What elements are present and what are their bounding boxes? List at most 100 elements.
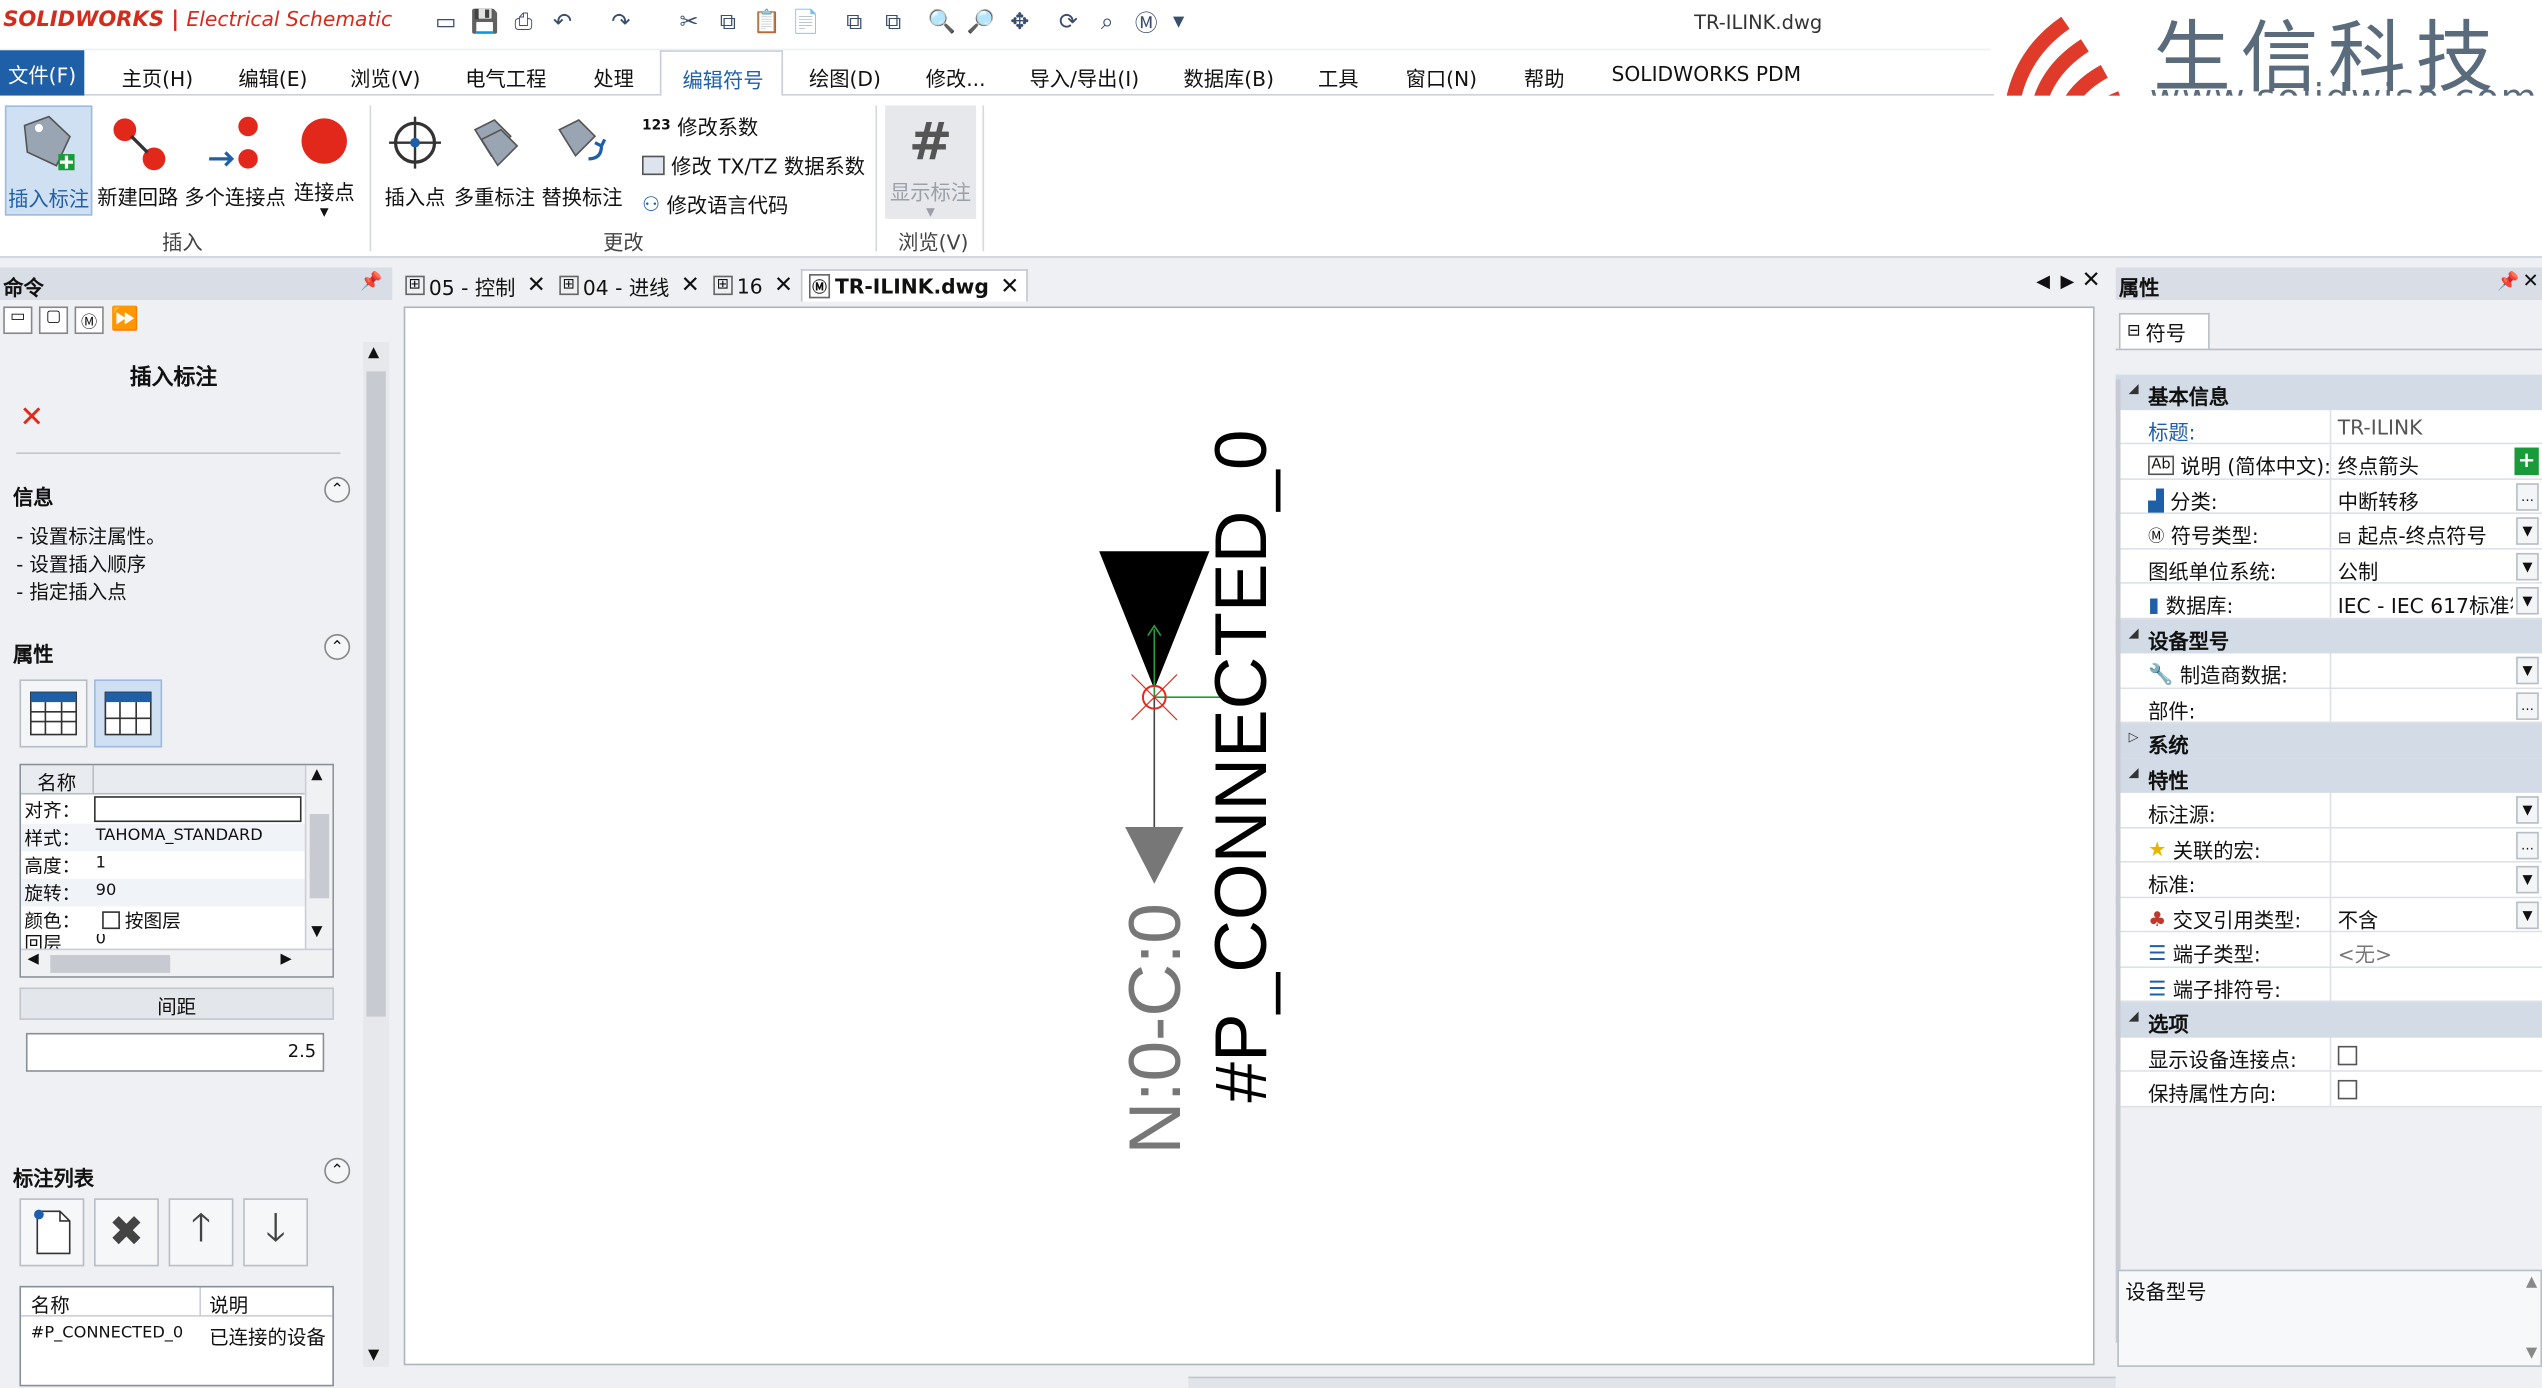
- copy-icon[interactable]: ⧉: [713, 8, 742, 37]
- category-system[interactable]: ▷ 系统: [2115, 723, 2542, 759]
- menu-tools[interactable]: 工具: [1318, 62, 1359, 93]
- multi-annotation-button[interactable]: 多重标注: [452, 105, 536, 219]
- close-panel-icon[interactable]: ✕: [2522, 269, 2538, 292]
- grid-vscroll[interactable]: ▲ ▼: [304, 765, 333, 951]
- replace-annotation-button[interactable]: 替换标注: [540, 105, 624, 219]
- drawing-canvas[interactable]: #P_CONNECTED_0 N:0-C:0: [403, 306, 2095, 1366]
- print-icon[interactable]: ⎙: [509, 8, 538, 37]
- prop-row-database[interactable]: ▮ 数据库: IEC - IEC 617标准符 ▼: [2115, 583, 2542, 619]
- paste-special-icon[interactable]: 📄: [791, 8, 820, 37]
- annotation-list-row[interactable]: #P_CONNECTED_0 已连接的设备: [21, 1320, 332, 1352]
- prop-row-terminal-strip[interactable]: ☰ 端子排符号:: [2115, 967, 2542, 1003]
- category-options[interactable]: ◢ 选项: [2115, 1002, 2542, 1037]
- prop-row-terminal-type[interactable]: ☰ 端子类型: <无>: [2115, 932, 2542, 968]
- menu-edit-symbol[interactable]: 编辑符号: [659, 50, 784, 98]
- tab-next-icon[interactable]: ▶: [2061, 271, 2075, 292]
- grid-row[interactable]: 样式： TAHOMA_STANDARD: [21, 823, 305, 852]
- dropdown-icon[interactable]: ▼: [2516, 796, 2539, 824]
- keep-orientation-checkbox[interactable]: [2337, 1079, 2358, 1100]
- close-tab-icon[interactable]: ✕: [774, 272, 793, 298]
- dropdown-icon[interactable]: ▼: [2516, 656, 2539, 685]
- prop-row-source[interactable]: 标注源: ▼: [2115, 792, 2542, 828]
- move-up-button[interactable]: 🡑: [168, 1198, 234, 1267]
- collapse-props-icon[interactable]: ⌃: [324, 634, 351, 660]
- tab-tr-ilink[interactable]: Ⓜ TR-ILINK.dwg ✕: [800, 269, 1028, 302]
- prop-row-symbol-type[interactable]: Ⓜ 符号类型: ⊟ 起点-终点符号 ▼: [2115, 514, 2542, 549]
- show-connection-checkbox[interactable]: [2337, 1045, 2358, 1065]
- prop-row-manufacturer[interactable]: 🔧 制造商数据: ▼: [2115, 653, 2542, 689]
- panel-save-icon[interactable]: ▭: [3, 306, 33, 335]
- collapse-list-icon[interactable]: ⌃: [324, 1157, 351, 1184]
- add-translation-icon[interactable]: +: [2514, 447, 2539, 476]
- insert-point-button[interactable]: 插入点: [381, 105, 449, 219]
- close-tab-icon[interactable]: ✕: [527, 272, 546, 298]
- pin-icon[interactable]: 📌: [360, 271, 382, 292]
- category-device[interactable]: ◢ 设备型号: [2115, 618, 2542, 654]
- grid-row[interactable]: 颜色： 按图层: [21, 906, 305, 934]
- menu-home[interactable]: 主页(H): [122, 62, 194, 93]
- dropdown-icon[interactable]: ▼: [2516, 865, 2539, 894]
- prop-row-xref[interactable]: ♣ 交叉引用类型: 不含 ▼: [2115, 897, 2542, 933]
- connection-point-dropdown-icon[interactable]: ▼: [320, 206, 329, 219]
- connection-point-button[interactable]: 连接点 ▼: [289, 105, 360, 219]
- menu-window[interactable]: 窗口(N): [1406, 62, 1478, 93]
- macro-icon[interactable]: Ⓜ: [1132, 8, 1161, 37]
- zoom-icon[interactable]: 🔍: [927, 8, 956, 37]
- modify-factor-button[interactable]: 123 修改系数: [642, 110, 758, 141]
- collapse-info-icon[interactable]: ⌃: [324, 476, 351, 503]
- dropdown-icon[interactable]: ▼: [2516, 517, 2539, 545]
- menu-draw[interactable]: 绘图(D): [809, 62, 881, 93]
- duplicate-icon[interactable]: ⧉: [879, 8, 908, 37]
- undo-icon[interactable]: ↶: [548, 8, 577, 37]
- prop-row-show-connection[interactable]: 显示设备连接点:: [2115, 1036, 2542, 1072]
- grid-hscroll[interactable]: ◀ ▶: [21, 948, 333, 977]
- menu-process[interactable]: 处理: [593, 62, 634, 93]
- panel-macro-icon[interactable]: Ⓜ: [74, 306, 104, 335]
- new-annotation-button[interactable]: [19, 1198, 85, 1267]
- prop-row-title[interactable]: 标题: TR-ILINK: [2115, 409, 2542, 445]
- grid-row[interactable]: 对齐：: [21, 796, 305, 824]
- prop-row-keep-orientation[interactable]: 保持属性方向:: [2115, 1071, 2542, 1107]
- browse-icon[interactable]: …: [2516, 482, 2539, 510]
- list-view-button[interactable]: [94, 679, 163, 748]
- pan-icon[interactable]: ✥: [1005, 8, 1034, 37]
- panel-run-icon[interactable]: ⏩: [110, 306, 139, 334]
- menu-import-export[interactable]: 导入/导出(I): [1029, 62, 1139, 93]
- tab-16[interactable]: ⊞ 16 ✕: [707, 269, 800, 301]
- save-icon[interactable]: 💾: [470, 8, 499, 37]
- zoom-window-icon[interactable]: 🔎: [966, 8, 995, 37]
- insert-annotation-button[interactable]: 插入标注: [4, 105, 93, 216]
- search-icon[interactable]: ⌕: [1093, 8, 1122, 37]
- tab-05-control[interactable]: ⊞ 05 - 控制 ✕: [399, 269, 552, 301]
- annotation-node[interactable]: N:0-C:0: [1115, 903, 1196, 1154]
- multi-connection-button[interactable]: 多个连接点: [183, 105, 287, 219]
- refresh-icon[interactable]: ⟳: [1054, 8, 1083, 37]
- new-circuit-button[interactable]: 新建回路: [94, 105, 182, 219]
- grid-row[interactable]: 高度： 1: [21, 851, 305, 879]
- prop-row-category[interactable]: ▟ 分类: 中断转移…: [2115, 479, 2542, 515]
- modify-txtz-button[interactable]: 修改 TX/TZ 数据系数: [641, 149, 865, 180]
- close-tab-icon[interactable]: ✕: [681, 272, 700, 298]
- show-annotation-button[interactable]: # 显示标注 ▼: [885, 105, 976, 219]
- copy-doc-icon[interactable]: ⧉: [840, 8, 869, 37]
- tab-prev-icon[interactable]: ◀: [2036, 271, 2050, 292]
- browse-icon[interactable]: …: [2516, 831, 2539, 859]
- prop-row-description[interactable]: Ab 说明 (简体中文): 终点箭头 +: [2115, 444, 2542, 480]
- prop-row-macro[interactable]: ★ 关联的宏:…: [2115, 827, 2542, 863]
- dropdown-icon[interactable]: ▼: [2516, 586, 2539, 615]
- customize-icon[interactable]: ▼: [1164, 8, 1193, 37]
- grid-row[interactable]: 旋转： 90: [21, 878, 305, 907]
- menu-database[interactable]: 数据库(B): [1183, 62, 1274, 93]
- delete-annotation-button[interactable]: ✖: [94, 1198, 159, 1267]
- grid-view-button[interactable]: [19, 679, 88, 748]
- align-input[interactable]: [94, 796, 302, 823]
- color-checkbox[interactable]: [102, 911, 120, 930]
- category-features[interactable]: ◢ 特性: [2115, 758, 2542, 793]
- dropdown-icon[interactable]: ▼: [2516, 552, 2539, 580]
- menu-help[interactable]: 帮助: [1524, 62, 1565, 93]
- menu-edit[interactable]: 编辑(E): [238, 62, 307, 93]
- redo-icon[interactable]: ↷: [606, 8, 635, 37]
- annotation-connected[interactable]: #P_CONNECTED_0: [1201, 430, 1282, 1103]
- close-tab-icon[interactable]: ✕: [1000, 273, 1019, 299]
- desc-scroll-down-icon[interactable]: ▼: [2526, 1346, 2537, 1362]
